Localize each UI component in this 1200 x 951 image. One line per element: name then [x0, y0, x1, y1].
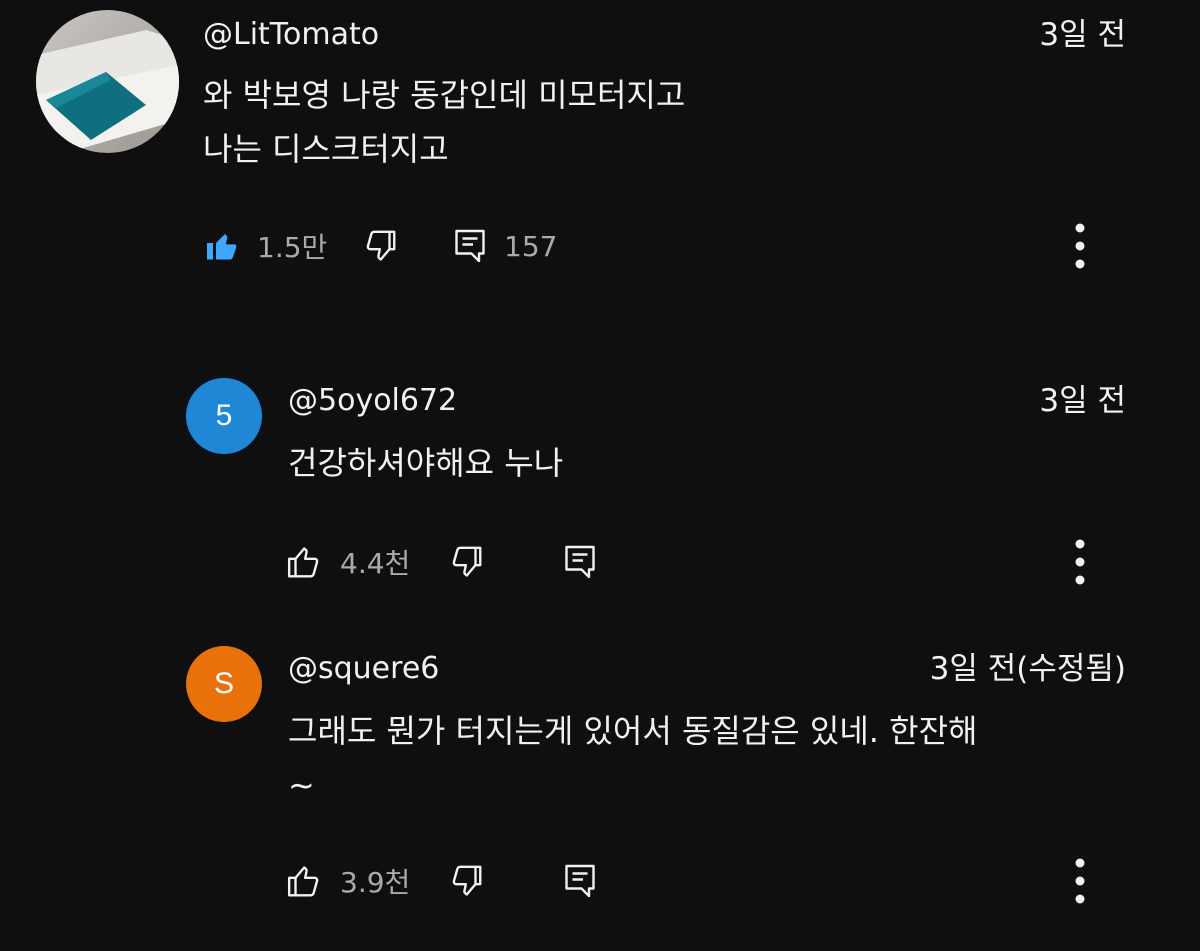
- comments-page: @LitTomato 3일 전 와 박보영 나랑 동갑인데 미모터지고 나는 디…: [0, 0, 1200, 951]
- more-vert-icon: [1075, 858, 1085, 904]
- comment-timestamp[interactable]: 3일 전: [1039, 386, 1126, 417]
- comment-text-line: 와 박보영 나랑 동갑인데 미모터지고: [203, 76, 686, 114]
- avatar-letter: S: [213, 667, 234, 700]
- reply-button[interactable]: 157: [452, 221, 557, 271]
- more-vert-icon: [1075, 539, 1085, 585]
- avatar-letter: 5: [215, 399, 233, 432]
- comment-text: 건강하셔야해요 누나: [288, 436, 563, 490]
- dislike-button[interactable]: [360, 221, 400, 271]
- comment-text-line: 나는 디스크터지고: [203, 130, 449, 168]
- comment-timestamp[interactable]: 3일 전(수정됨): [930, 654, 1126, 685]
- thumbs-up-icon: [286, 862, 324, 900]
- dislike-button[interactable]: [446, 856, 486, 906]
- avatar[interactable]: [36, 10, 179, 153]
- like-button[interactable]: 3.9천: [286, 856, 410, 906]
- more-options-button[interactable]: [1062, 532, 1098, 592]
- comment-username[interactable]: @squere6: [288, 654, 439, 684]
- more-vert-icon: [1075, 223, 1085, 269]
- comment-timestamp[interactable]: 3일 전: [1039, 20, 1126, 51]
- reply-comment-icon: [452, 226, 488, 266]
- more-options-button[interactable]: [1062, 851, 1098, 911]
- thumbs-down-icon: [446, 862, 486, 900]
- like-button[interactable]: 4.4천: [286, 537, 410, 587]
- like-count: 3.9천: [340, 866, 411, 899]
- reply-button[interactable]: [562, 537, 598, 587]
- comment-text-line: 건강하셔야해요 누나: [288, 444, 564, 482]
- avatar[interactable]: 5: [186, 378, 262, 454]
- avatar[interactable]: S: [186, 646, 262, 722]
- thumbs-up-icon: [203, 228, 241, 264]
- thumbs-up-icon: [286, 543, 324, 581]
- avatar-photo: [36, 10, 179, 153]
- reply-comment-icon: [562, 861, 598, 901]
- comment-text-line: ~: [288, 766, 315, 804]
- like-count: 1.5만: [257, 231, 328, 264]
- like-button[interactable]: 1.5만: [203, 221, 327, 271]
- reply-count: 157: [504, 229, 558, 263]
- comment-username[interactable]: @5oyol672: [288, 386, 457, 416]
- more-options-button[interactable]: [1062, 216, 1098, 276]
- comment-text-line: 그래도 뭔가 터지는게 있어서 동질감은 있네. 한잔해: [288, 712, 978, 750]
- comment-text: 와 박보영 나랑 동갑인데 미모터지고 나는 디스크터지고: [203, 68, 685, 176]
- thumbs-down-icon: [446, 543, 486, 581]
- dislike-button[interactable]: [446, 537, 486, 587]
- like-count: 4.4천: [340, 547, 411, 580]
- thumbs-down-icon: [360, 227, 400, 265]
- reply-button[interactable]: [562, 856, 598, 906]
- comment-text: 그래도 뭔가 터지는게 있어서 동질감은 있네. 한잔해 ~: [288, 704, 977, 812]
- reply-comment-icon: [562, 542, 598, 582]
- comment-username[interactable]: @LitTomato: [203, 20, 379, 50]
